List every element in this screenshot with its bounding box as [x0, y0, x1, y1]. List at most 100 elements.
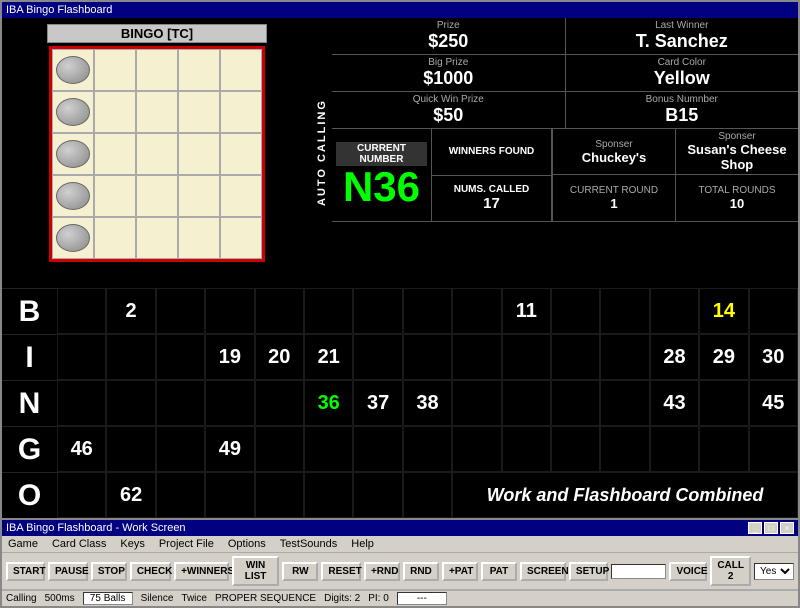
current-number-value: N36 — [343, 166, 420, 208]
status-calling-label: Calling — [6, 593, 37, 604]
num-g13 — [650, 426, 699, 472]
num-n7: 37 — [353, 380, 402, 426]
num-i15: 30 — [749, 334, 798, 380]
num-g3 — [156, 426, 205, 472]
winners-found-label: WINNERS FOUND — [449, 146, 535, 157]
winners-found-cell: WINNERS FOUND — [432, 129, 551, 176]
menu-card-class[interactable]: Card Class — [50, 537, 108, 551]
num-n15: 45 — [749, 380, 798, 426]
toolbar: START PAUSE STOP CHECK +WINNERS WIN LIST… — [2, 553, 798, 590]
num-i9 — [452, 334, 501, 380]
minimize-button[interactable]: _ — [748, 522, 762, 534]
current-round-value: 1 — [610, 196, 617, 211]
num-i12 — [600, 334, 649, 380]
status-twice: Twice — [181, 593, 207, 604]
menu-game[interactable]: Game — [6, 537, 40, 551]
num-i6: 21 — [304, 334, 353, 380]
bingo-cell — [220, 133, 262, 175]
num-o7 — [353, 472, 402, 518]
close-button[interactable]: × — [780, 522, 794, 534]
num-b4 — [205, 288, 254, 334]
bingo-cell — [220, 49, 262, 91]
card-color-value: Yellow — [654, 68, 710, 89]
flashboard-title: IBA Bingo Flashboard — [6, 4, 112, 16]
num-g14 — [699, 426, 748, 472]
bingo-cell — [178, 91, 220, 133]
status-dash-value: --- — [397, 592, 447, 605]
sponsor1-label: Sponser — [595, 139, 632, 150]
num-b1 — [57, 288, 106, 334]
num-b7 — [353, 288, 402, 334]
last-winner-cell: Last Winner T. Sanchez — [566, 18, 799, 54]
bonus-number-cell: Bonus Numnber B15 — [566, 92, 799, 128]
num-g7 — [353, 426, 402, 472]
menu-project-file[interactable]: Project File — [157, 537, 216, 551]
bingo-cell — [94, 133, 136, 175]
bingo-cell — [136, 133, 178, 175]
num-n13: 43 — [650, 380, 699, 426]
status-digits: Digits: 2 — [324, 593, 360, 604]
quick-win-row: Quick Win Prize $50 Bonus Numnber B15 — [332, 92, 798, 129]
bingo-cell — [220, 217, 262, 259]
status-pi: PI: 0 — [368, 593, 389, 604]
card-color-cell: Card Color Yellow — [566, 55, 799, 91]
prize-row: Prize $250 Last Winner T. Sanchez — [332, 18, 798, 55]
num-i4: 19 — [205, 334, 254, 380]
num-i5: 20 — [255, 334, 304, 380]
bonus-number-label: Bonus Numnber — [646, 94, 718, 105]
num-o5 — [255, 472, 304, 518]
menu-help[interactable]: Help — [349, 537, 376, 551]
current-number-section: CURRENT NUMBER N36 WINNERS FOUND NUMS. C… — [332, 129, 798, 222]
sponsor2-label: Sponser — [718, 131, 755, 142]
nums-called-label: NUMS. CALLED — [454, 184, 530, 195]
num-b3 — [156, 288, 205, 334]
total-rounds-cell: TOTAL ROUNDS 10 — [675, 175, 798, 221]
num-n4 — [205, 380, 254, 426]
bingo-cell — [94, 91, 136, 133]
num-g4: 49 — [205, 426, 254, 472]
num-g15 — [749, 426, 798, 472]
flashboard-window: IBA Bingo Flashboard BINGO [TC] — [0, 0, 800, 520]
num-n2 — [106, 380, 155, 426]
bingo-header: BINGO [TC] — [47, 24, 267, 43]
num-o8 — [403, 472, 452, 518]
bingo-cell — [94, 217, 136, 259]
num-n8: 38 — [403, 380, 452, 426]
current-round-cell: CURRENT ROUND 1 — [552, 175, 675, 221]
sponsor2-cell: Sponser Susan's Cheese Shop — [675, 129, 798, 175]
num-o2: 62 — [106, 472, 155, 518]
voice-select[interactable]: Yes No — [754, 563, 794, 580]
call2-button[interactable]: CALL 2 — [710, 556, 751, 586]
num-n11 — [551, 380, 600, 426]
row-labels: B I N G O — [2, 288, 57, 518]
num-i11 — [551, 334, 600, 380]
big-prize-row: Big Prize $1000 Card Color Yellow — [332, 55, 798, 92]
text-input[interactable] — [611, 564, 666, 579]
bingo-cell — [178, 175, 220, 217]
last-winner-label: Last Winner — [655, 20, 708, 31]
menu-test-sounds[interactable]: TestSounds — [278, 537, 339, 551]
win-list-button[interactable]: WIN LIST — [232, 556, 280, 586]
flashboard-titlebar: IBA Bingo Flashboard — [2, 2, 798, 18]
menu-keys[interactable]: Keys — [118, 537, 146, 551]
maximize-button[interactable]: □ — [764, 522, 778, 534]
num-g9 — [452, 426, 501, 472]
num-n3 — [156, 380, 205, 426]
work-screen-window: IBA Bingo Flashboard - Work Screen _ □ ×… — [0, 520, 800, 608]
work-screen-titlebar: IBA Bingo Flashboard - Work Screen _ □ × — [2, 520, 798, 536]
num-g11 — [551, 426, 600, 472]
total-rounds-label: TOTAL ROUNDS — [698, 185, 775, 196]
num-n9 — [452, 380, 501, 426]
menu-options[interactable]: Options — [226, 537, 268, 551]
sponsor2-value: Susan's Cheese Shop — [680, 142, 794, 172]
num-b11 — [551, 288, 600, 334]
bingo-cell — [178, 49, 220, 91]
num-g1: 46 — [57, 426, 106, 472]
bingo-cell — [136, 217, 178, 259]
num-o3 — [156, 472, 205, 518]
chip — [56, 224, 90, 252]
num-g10 — [502, 426, 551, 472]
num-n6: 36 — [304, 380, 353, 426]
bingo-cell — [94, 49, 136, 91]
bingo-cell — [178, 217, 220, 259]
